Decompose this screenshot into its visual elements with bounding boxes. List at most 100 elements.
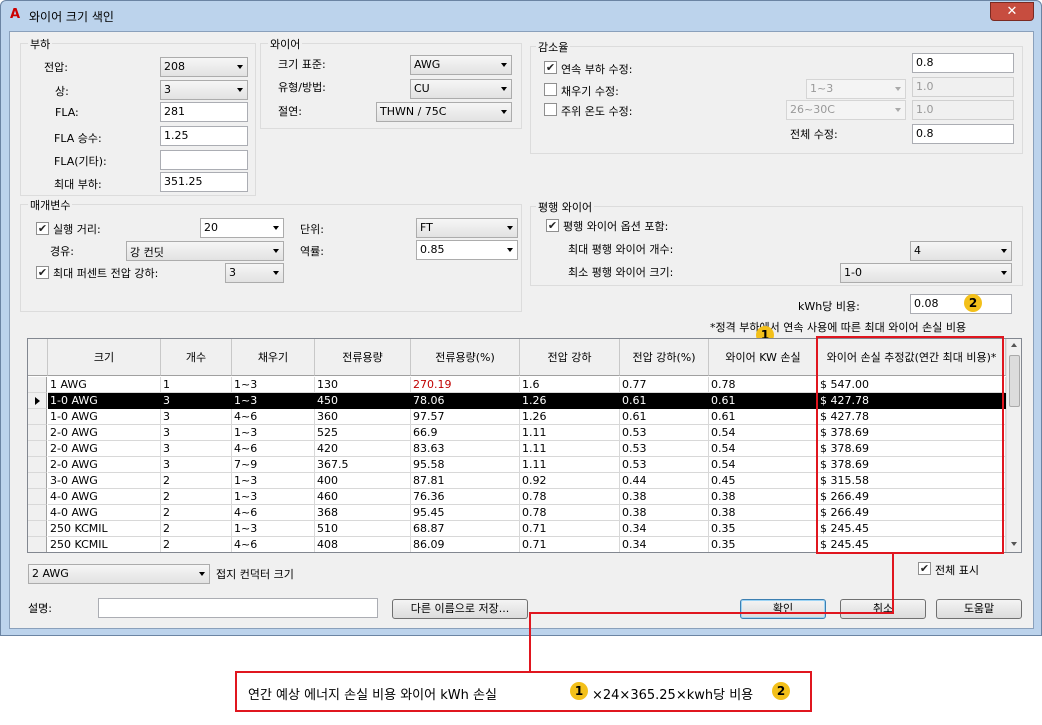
voltage-label: 전압: [44,61,68,74]
row-header[interactable] [28,537,47,552]
unit-select[interactable]: FT [416,218,518,238]
size-std-select[interactable]: AWG [410,55,512,75]
row-header[interactable] [28,393,47,409]
column-header[interactable]: 전압 강하 [520,339,620,376]
parallel-include-label: 평행 와이어 옵션 포함: [563,220,669,233]
chevron-down-icon [1001,249,1007,253]
table-cell: 2-0 AWG [48,457,161,473]
insulation-select[interactable]: THWN / 75C [376,102,512,122]
vdrop-select[interactable]: 3 [225,263,284,283]
load-group-title: 부하 [28,36,53,52]
table-cell: 0.34 [620,537,709,552]
max-count-select[interactable]: 4 [910,241,1012,261]
fill-checkbox[interactable] [544,83,557,96]
vdrop-label: 최대 퍼센트 전압 강하: [53,267,159,280]
parallel-include-checkbox[interactable]: ✔ [546,219,559,232]
table-cell: 1.26 [520,393,620,409]
scroll-thumb[interactable] [1009,355,1020,407]
table-cell: 408 [315,537,411,552]
min-size-select[interactable]: 1-0 [840,263,1012,283]
continuous-checkbox[interactable]: ✔ [544,61,557,74]
row-header[interactable] [28,489,47,505]
table-cell: 86.09 [411,537,520,552]
table-cell: 3 [161,425,232,441]
scroll-up-icon[interactable] [1011,343,1017,347]
table-cell: 0.35 [709,537,818,552]
via-select[interactable]: 강 컨딧 [126,241,284,261]
row-header[interactable] [28,505,47,521]
table-cell: 1 AWG [48,377,161,393]
table-cell: 250 KCMIL [48,537,161,552]
fla-other-label: FLA(기타): [54,155,107,168]
column-header[interactable]: 와이어 KW 손실 [709,339,818,376]
fla-mult-field[interactable]: 1.25 [160,126,248,146]
table-cell: 1~3 [232,377,315,393]
row-pointer-icon [35,397,40,405]
table-cell: 0.54 [709,457,818,473]
phase-value: 3 [164,83,171,96]
formula-badge-1: 1 [570,682,588,700]
fill-select[interactable]: 1~3 [806,79,906,99]
row-header[interactable] [28,473,47,489]
table-cell: 1-0 AWG [48,393,161,409]
table-cell: 0.53 [620,425,709,441]
vdrop-checkbox[interactable]: ✔ [36,266,49,279]
ground-select[interactable]: 2 AWG [28,564,210,584]
row-header[interactable] [28,521,47,537]
table-cell: 0.44 [620,473,709,489]
table-cell: 0.61 [620,393,709,409]
column-header[interactable]: 개수 [161,339,232,376]
table-cell: 0.38 [620,505,709,521]
row-header[interactable] [28,409,47,425]
wire-group-title: 와이어 [268,36,303,52]
ambient-value[interactable]: 1.0 [912,100,1014,120]
pf-value: 0.85 [420,243,445,256]
max-load-field[interactable]: 351.25 [160,172,248,192]
close-button[interactable]: ✕ [990,2,1034,21]
type-label: 유형/방법: [278,81,326,94]
row-header[interactable] [28,441,47,457]
total-value[interactable]: 0.8 [912,124,1014,144]
continuous-value[interactable]: 0.8 [912,53,1014,73]
table-cell: 0.92 [520,473,620,489]
row-header[interactable] [28,377,47,393]
table-cell: 1~3 [232,489,315,505]
column-header[interactable]: 채우기 [232,339,315,376]
run-value: 20 [204,221,218,234]
voltage-select[interactable]: 208 [160,57,248,77]
column-header[interactable]: 전류용량(%) [411,339,520,376]
row-header[interactable] [28,425,47,441]
ok-button[interactable]: 확인 [740,599,826,619]
fla-other-field[interactable] [160,150,248,170]
save-as-button[interactable]: 다른 이름으로 저장... [392,599,528,619]
phase-select[interactable]: 3 [160,80,248,100]
table-scrollbar[interactable] [1006,339,1021,552]
show-all-checkbox[interactable]: ✔ [918,562,931,575]
table-corner [28,339,48,376]
column-header[interactable]: 전류용량 [315,339,411,376]
cost-value: 0.08 [914,297,939,310]
table-cell: 1.11 [520,457,620,473]
description-field[interactable] [98,598,378,618]
column-header[interactable]: 전압 강하(%) [620,339,709,376]
pf-select[interactable]: 0.85 [416,240,518,260]
help-button[interactable]: 도움말 [936,599,1022,619]
scroll-down-icon[interactable] [1011,542,1017,546]
run-checkbox[interactable]: ✔ [36,222,49,235]
chevron-down-icon [273,271,279,275]
fill-value[interactable]: 1.0 [912,77,1014,97]
table-cell: 1~3 [232,425,315,441]
size-std-label: 크기 표준: [278,58,326,71]
table-cell: 2 [161,473,232,489]
column-header[interactable]: 크기 [48,339,161,376]
ambient-checkbox[interactable] [544,103,557,116]
row-header[interactable] [28,457,47,473]
type-select[interactable]: CU [410,79,512,99]
cost-field[interactable]: 0.08 [910,294,1012,314]
cancel-button[interactable]: 취소 [840,599,926,619]
run-select[interactable]: 20 [200,218,284,238]
ambient-select[interactable]: 26~30C [786,100,906,120]
max-load-label: 최대 부하: [54,178,102,191]
fla-field[interactable]: 281 [160,102,248,122]
table-cell: 4-0 AWG [48,505,161,521]
